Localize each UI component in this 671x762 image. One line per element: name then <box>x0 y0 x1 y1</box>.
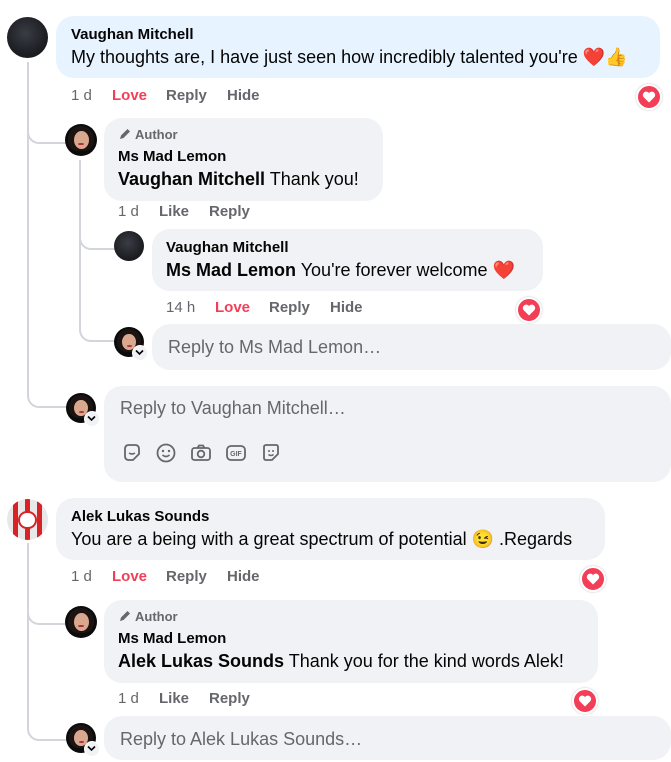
comment-text-body: My thoughts are, I have just seen how in… <box>71 47 578 67</box>
love-reaction-icon[interactable] <box>572 688 598 714</box>
reply-composer <box>104 716 671 762</box>
love-reaction-icon[interactable] <box>516 297 542 323</box>
avatar-sticker-icon[interactable] <box>259 441 283 465</box>
timestamp[interactable]: 1 d <box>71 568 92 585</box>
love-button[interactable]: Love <box>112 87 147 104</box>
hide-button[interactable]: Hide <box>227 87 260 104</box>
comment-emoji: ❤️👍 <box>582 47 628 67</box>
reply-button[interactable]: Reply <box>166 568 207 585</box>
chevron-down-icon[interactable] <box>132 345 148 361</box>
comment-author[interactable]: Alek Lukas Sounds <box>71 508 209 525</box>
love-button[interactable]: Love <box>112 568 147 585</box>
mention-link[interactable]: Ms Mad Lemon <box>166 260 296 280</box>
reply-text: Ms Mad Lemon You're forever welcome ❤️ <box>166 260 515 280</box>
chevron-down-icon[interactable] <box>84 741 100 757</box>
timestamp[interactable]: 1 d <box>118 203 139 220</box>
emoji-icon[interactable] <box>154 441 178 465</box>
reply-composer: GIF <box>104 386 671 482</box>
gif-icon[interactable]: GIF <box>224 441 248 465</box>
reply-author[interactable]: Ms Mad Lemon <box>118 148 226 165</box>
comment-text: You are a being with a great spectrum of… <box>71 529 572 550</box>
avatar[interactable] <box>7 499 48 540</box>
reply-text: Alek Lukas Sounds Thank you for the kind… <box>118 651 564 671</box>
reply-bubble: Vaughan Mitchell Ms Mad Lemon You're for… <box>152 229 543 291</box>
avatar[interactable] <box>65 606 97 638</box>
reply-text: Vaughan Mitchell Thank you! <box>118 169 359 189</box>
reply-button[interactable]: Reply <box>269 299 310 316</box>
hide-button[interactable]: Hide <box>330 299 363 316</box>
like-button[interactable]: Like <box>159 690 189 707</box>
hide-button[interactable]: Hide <box>227 568 260 585</box>
comment-bubble: Alek Lukas Sounds You are a being with a… <box>56 498 605 560</box>
timestamp[interactable]: 1 d <box>118 690 139 707</box>
pencil-icon <box>120 129 130 139</box>
reply-input[interactable] <box>166 324 638 370</box>
author-badge: Author <box>118 609 178 624</box>
reply-bubble: Author Ms Mad Lemon Vaughan Mitchell Tha… <box>104 118 383 201</box>
reply-author[interactable]: Vaughan Mitchell <box>166 239 289 256</box>
camera-icon[interactable] <box>189 441 213 465</box>
pencil-icon <box>120 611 130 621</box>
comment-bubble: Vaughan Mitchell My thoughts are, I have… <box>56 16 660 78</box>
reply-button[interactable]: Reply <box>209 690 250 707</box>
reply-input[interactable] <box>118 386 633 430</box>
love-reaction-icon[interactable] <box>636 84 662 110</box>
like-button[interactable]: Like <box>159 203 189 220</box>
comment-author[interactable]: Vaughan Mitchell <box>71 26 194 43</box>
reply-button[interactable]: Reply <box>209 203 250 220</box>
reply-button[interactable]: Reply <box>166 87 207 104</box>
comment-emoji: 😉 <box>471 529 495 549</box>
sticker-icon[interactable] <box>120 441 144 465</box>
love-reaction-icon[interactable] <box>580 566 606 592</box>
love-button[interactable]: Love <box>215 299 250 316</box>
avatar[interactable] <box>65 124 97 156</box>
comment-text-tail: .Regards <box>494 529 573 549</box>
mention-link[interactable]: Alek Lukas Sounds <box>118 651 284 671</box>
svg-text:GIF: GIF <box>230 451 242 458</box>
reply-bubble: Author Ms Mad Lemon Alek Lukas Sounds Th… <box>104 600 598 683</box>
comment-text: My thoughts are, I have just seen how in… <box>71 47 628 68</box>
reply-emoji: ❤️ <box>492 260 515 280</box>
reply-input[interactable] <box>118 716 633 762</box>
timestamp[interactable]: 1 d <box>71 87 92 104</box>
mention-link[interactable]: Vaughan Mitchell <box>118 169 265 189</box>
author-badge: Author <box>118 127 178 142</box>
comment-text-body: You are a being with a great spectrum of… <box>71 529 467 549</box>
avatar[interactable] <box>7 17 48 58</box>
nested-reply-box <box>152 324 671 370</box>
reply-author[interactable]: Ms Mad Lemon <box>118 630 226 647</box>
timestamp[interactable]: 14 h <box>166 299 195 316</box>
avatar[interactable] <box>114 231 144 261</box>
chevron-down-icon[interactable] <box>84 411 100 427</box>
